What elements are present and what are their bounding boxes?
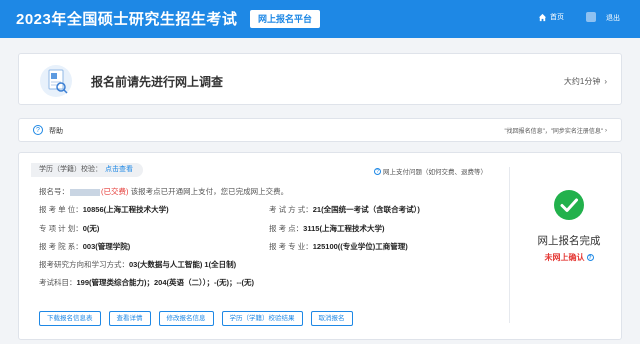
registration-card: 学历（学籍）校验： 点击查看 ? 网上支付问题（如何交费、退费等） 报名号： (已交… [18,152,622,340]
verify-label: 学历（学籍）校验： [39,166,102,173]
payment-help-link[interactable]: ? 网上支付问题（如何交费、退费等） [374,166,487,176]
field-value: 199(管理类综合能力)；204(英语（二））；-(无)；--(无) [76,278,255,287]
reg-no-label: 报名号： [39,187,69,196]
download-form-button[interactable]: 下载报名信息表 [39,311,101,326]
help-label: 帮助 [49,128,63,135]
field-value: 21(全国统一考试（含联合考试）) [312,205,420,214]
field-direction: 报考研究方向和学习方式：03(大数据与人工智能) 1(全日制) [39,259,236,270]
field-mode: 考 试 方 式：21(全国统一考试（含联合考试）) [269,204,420,215]
survey-illustration-icon [40,65,72,97]
field-label: 报 考 专 业： [269,242,313,251]
payment-help-label: 网上支付问题（如何交费、退费等） [383,169,487,176]
survey-prompt: 报名前请先进行网上调查 [91,75,224,89]
registration-complete: 网上报名完成 [537,235,601,247]
reg-no-row: 报名号： (已交费) 该报考点已开通网上支付，您已完成网上交费。 [39,186,288,197]
payment-note: 该报考点已开通网上支付，您已完成网上交费。 [130,187,289,196]
field-value: 03(大数据与人工智能) 1(全日制) [129,260,237,269]
question-icon: ? [33,125,43,135]
help-links[interactable]: "找回报名信息"，"同步实名注册信息" › [504,126,607,136]
page-title: 2023年全国硕士研究生招生考试 [16,11,238,28]
chevron-right-icon: › [604,77,607,86]
divider [509,167,510,323]
survey-card[interactable]: 报名前请先进行网上调查 大约1分钟 › [18,53,622,105]
field-label: 报 考 院 系： [39,242,83,251]
chevron-right-icon: › [605,127,607,134]
check-circle-icon [554,190,584,220]
field-subjects: 考试科目：199(管理类综合能力)；204(英语（二））；-(无)；--(无) [39,277,254,288]
field-dept: 报 考 院 系：003(管理学院) [39,241,130,252]
avatar[interactable] [586,12,596,22]
field-label: 考试科目： [39,278,77,287]
field-value: 10856(上海工程技术大学) [82,205,169,214]
survey-duration-label: 大约1分钟 [563,77,601,86]
cancel-registration-button[interactable]: 取消报名 [310,311,353,326]
home-icon [538,13,547,21]
help-bar: ? 帮助 "找回报名信息"，"同步实名注册信息" › [18,118,622,142]
survey-duration[interactable]: 大约1分钟 › [564,76,607,87]
question-icon: ? [374,167,381,175]
status-panel: 网上报名完成 未网上确认? [529,189,609,263]
logout-link[interactable]: 退出 [606,13,620,23]
field-value: 3115(上海工程技术大学) [303,224,385,233]
field-site: 报 考 点：3115(上海工程技术大学) [269,223,384,234]
field-plan: 专 项 计 划：0(无) [39,223,99,234]
unconfirmed-label: 未网上确认 [544,253,585,262]
verify-result-button[interactable]: 学历（学籍）校验结果 [221,311,303,326]
field-unit: 报 考 单 位：10856(上海工程技术大学) [39,204,169,215]
top-header: 2023年全国硕士研究生招生考试 网上报名平台 首页 退出 [0,0,640,38]
action-buttons: 下载报名信息表 查看详情 修改报名信息 学历（学籍）校验结果 取消报名 [39,311,353,326]
field-label: 专 项 计 划： [39,224,83,233]
field-label: 报考研究方向和学习方式： [39,260,129,269]
question-icon[interactable]: ? [586,254,594,262]
field-value: 125100((专业学位)工商管理) [312,242,408,251]
verify-tag: 学历（学籍）校验： 点击查看 [31,163,143,177]
home-label: 首页 [550,14,564,21]
view-details-button[interactable]: 查看详情 [108,311,151,326]
platform-badge: 网上报名平台 [250,10,321,28]
field-value: 003(管理学院) [82,242,131,251]
unconfirmed-status: 未网上确认? [529,252,609,263]
edit-registration-button[interactable]: 修改报名信息 [158,311,214,326]
help-links-text: "找回报名信息"，"同步实名注册信息" [504,129,603,135]
redacted-reg-no [70,188,100,196]
home-link[interactable]: 首页 [538,12,564,22]
field-major: 报 考 专 业：125100((专业学位)工商管理) [269,241,408,252]
verify-link[interactable]: 点击查看 [105,166,133,173]
field-label: 考 试 方 式： [269,205,313,214]
field-value: 0(无) [82,224,100,233]
field-label: 报 考 点： [269,224,304,233]
field-label: 报 考 单 位： [39,205,83,214]
paid-status: (已交费) [101,187,129,196]
